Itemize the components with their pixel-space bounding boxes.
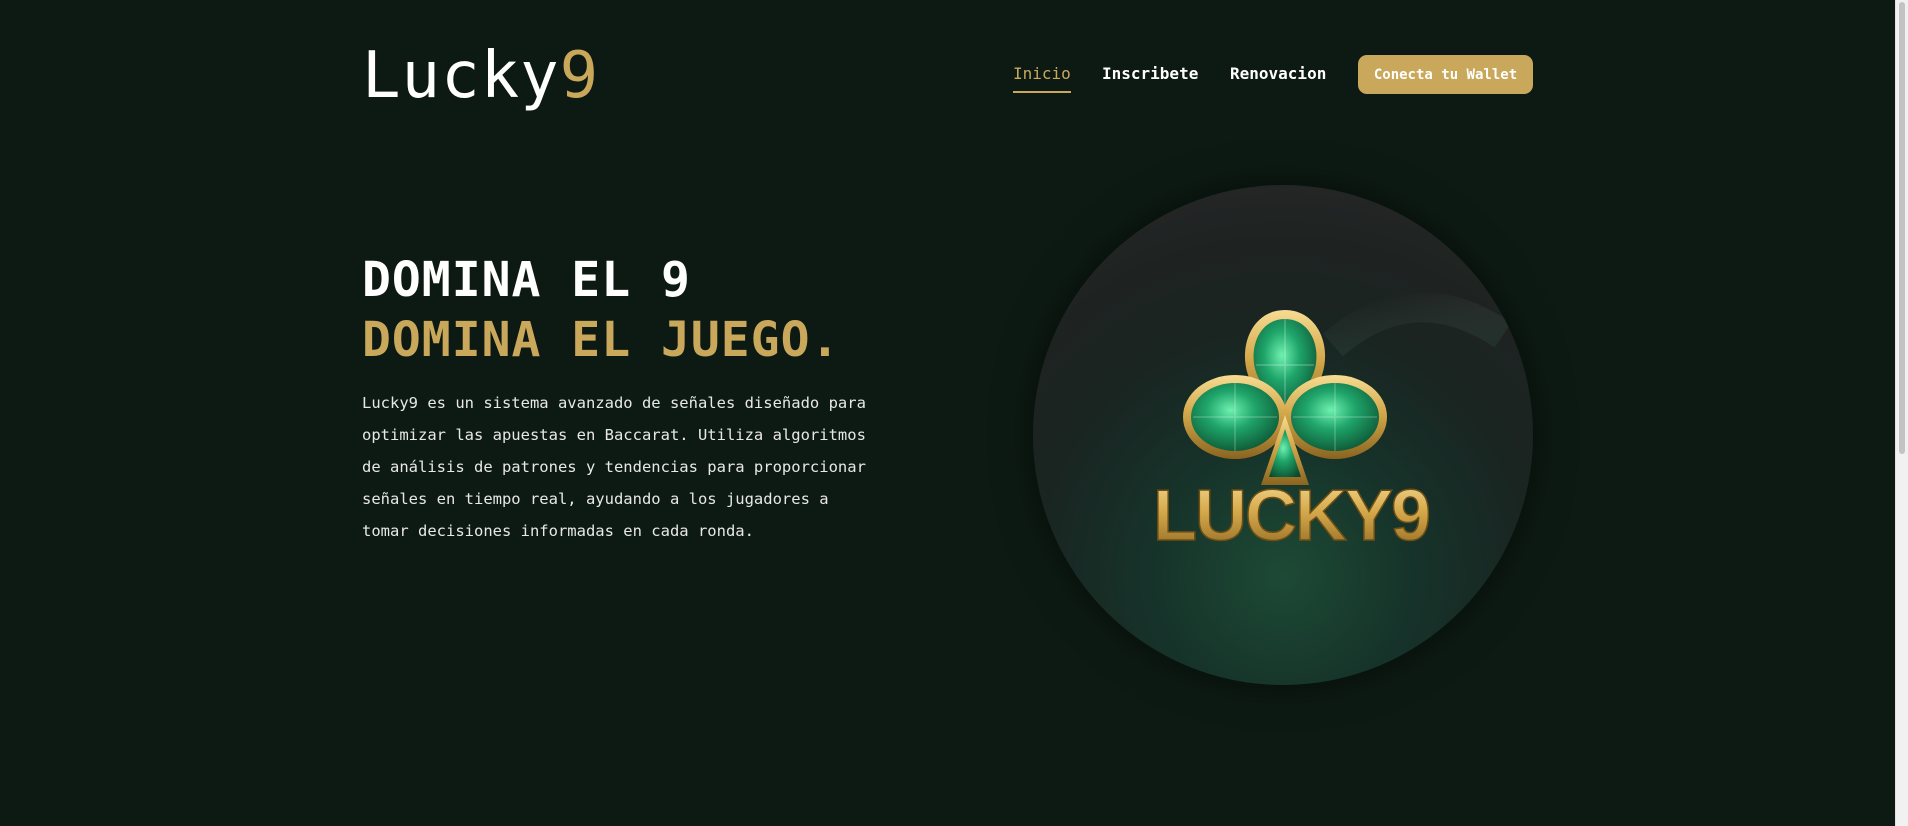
nav-link-inicio[interactable]: Inicio	[1013, 64, 1071, 93]
headline-line-1: DOMINA EL 9	[362, 252, 691, 308]
hero-headline: DOMINA EL 9 DOMINA EL JUEGO.	[362, 250, 840, 370]
hero-logo-image: LUCKY9	[1033, 185, 1533, 685]
logo-text: Lucky	[362, 39, 560, 113]
landing-page: Lucky9 Inicio Inscribete Renovacion Cone…	[0, 0, 1908, 826]
nav-link-inscribete[interactable]: Inscribete	[1102, 64, 1198, 83]
logo-accent: 9	[559, 39, 600, 113]
headline-line-2: DOMINA EL JUEGO.	[362, 312, 841, 368]
site-logo[interactable]: Lucky9	[362, 40, 599, 112]
emerald-club-icon: LUCKY9	[1152, 292, 1512, 557]
hero-description: Lucky9 es un sistema avanzado de señales…	[362, 394, 866, 540]
image-wordmark: LUCKY9	[1153, 476, 1429, 556]
page-scrollbar[interactable]	[1895, 0, 1908, 826]
nav-link-renovacion[interactable]: Renovacion	[1230, 64, 1326, 83]
connect-wallet-button[interactable]: Conecta tu Wallet	[1358, 55, 1533, 94]
scrollbar-thumb[interactable]	[1899, 2, 1905, 454]
